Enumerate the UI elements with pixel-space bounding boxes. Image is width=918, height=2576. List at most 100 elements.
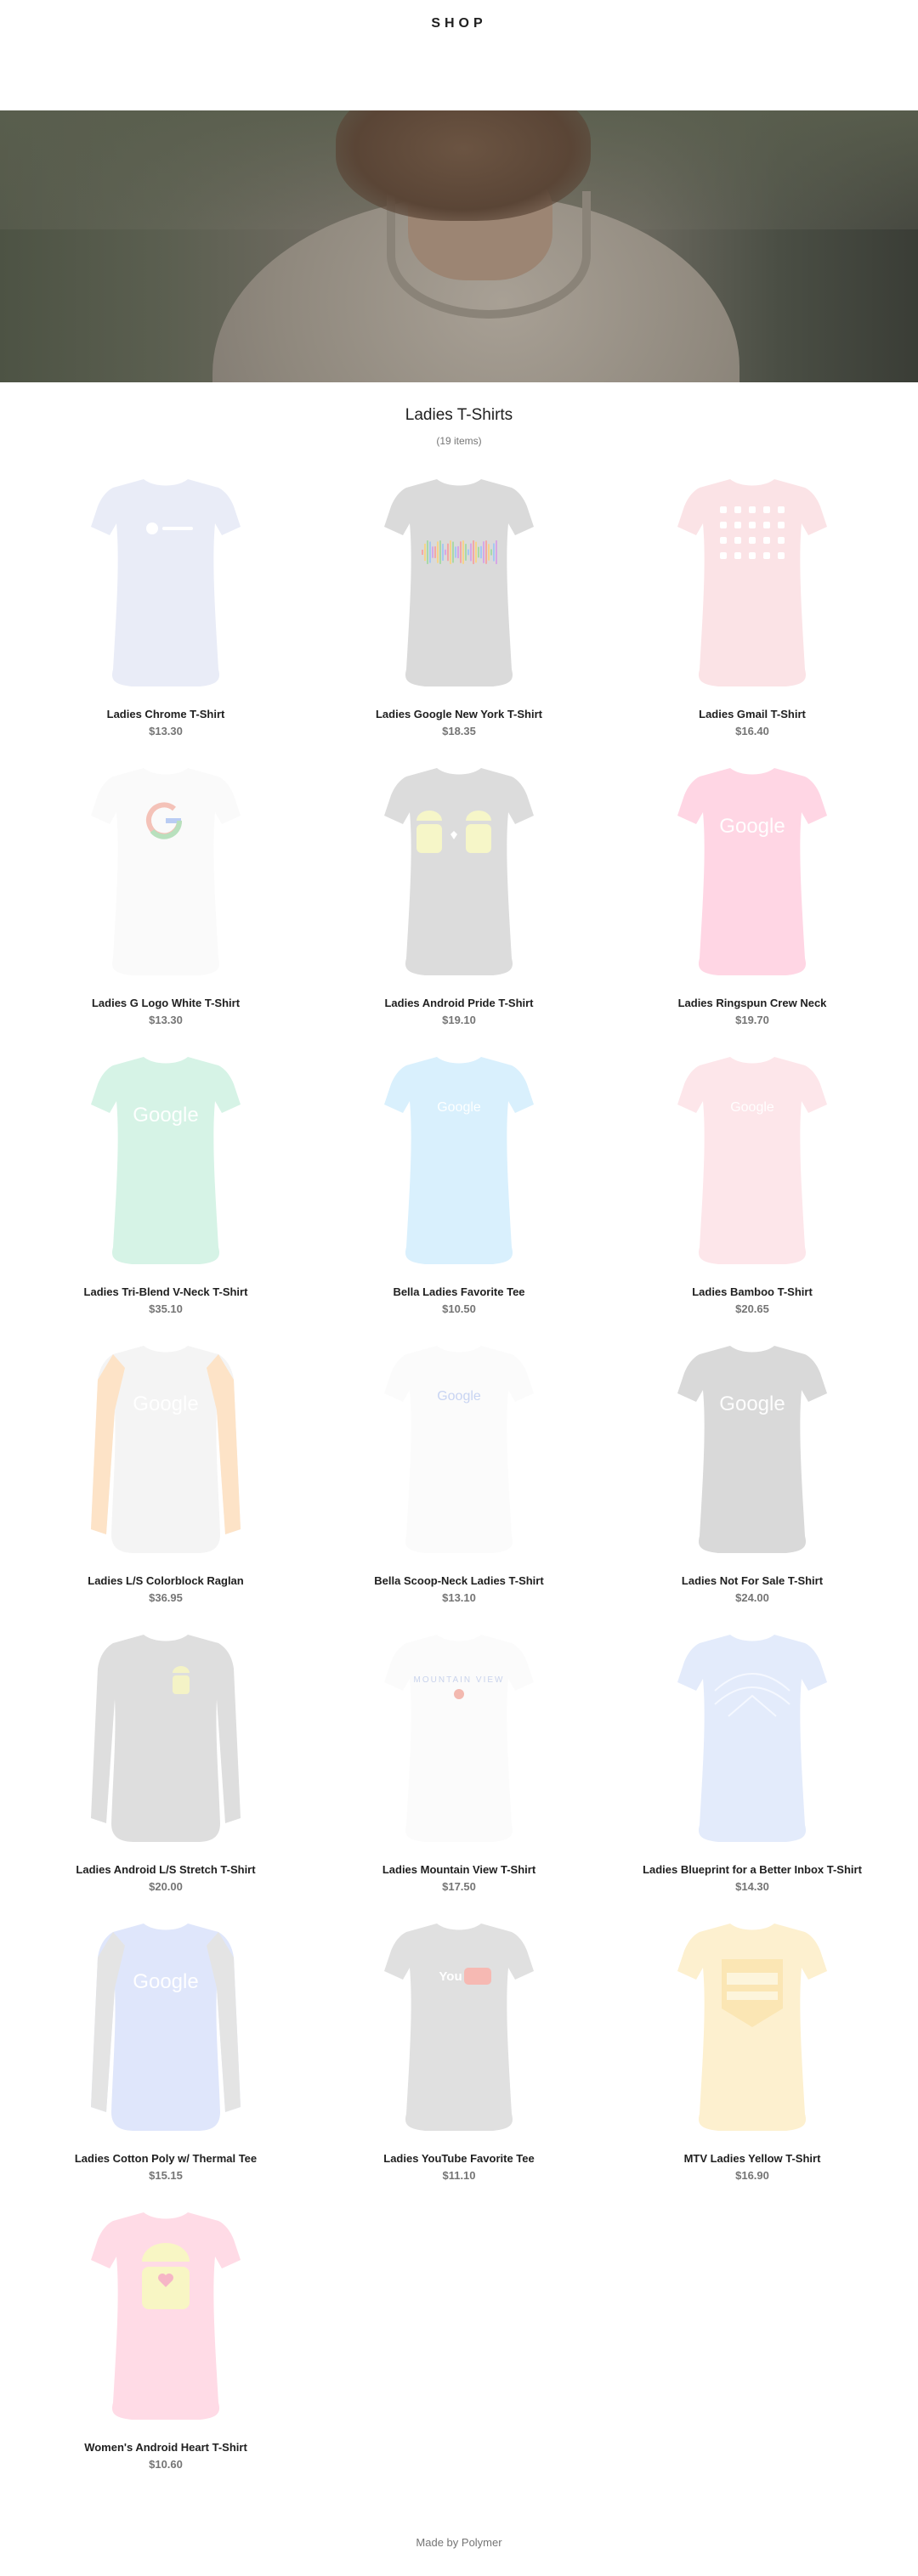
product-info: Ladies G Logo White T-Shirt $13.30 — [47, 994, 285, 1028]
svg-text:MOUNTAIN VIEW: MOUNTAIN VIEW — [414, 1675, 505, 1685]
product-title[interactable]: Ladies Chrome T-Shirt — [47, 705, 285, 723]
product-card[interactable]: Ladies Gmail T-Shirt $16.40 — [599, 476, 905, 748]
product-title[interactable]: Ladies G Logo White T-Shirt — [47, 994, 285, 1012]
product-card[interactable]: Ladies Android L/S Stretch T-Shirt $20.00 — [13, 1631, 319, 1903]
product-price: $13.30 — [149, 1014, 183, 1026]
product-price: $13.30 — [149, 725, 183, 737]
product-card[interactable]: Google Ladies Not For Sale T-Shirt $24.00 — [599, 1342, 905, 1614]
product-price: $16.40 — [735, 725, 769, 737]
product-card[interactable]: Ladies Chrome T-Shirt $13.30 — [13, 476, 319, 748]
product-price: $24.00 — [735, 1591, 769, 1604]
product-title[interactable]: Bella Scoop-Neck Ladies T-Shirt — [340, 1572, 578, 1590]
svg-text:Google: Google — [133, 1970, 198, 1993]
product-price: $19.10 — [442, 1014, 476, 1026]
shop-logo[interactable]: SHOP — [0, 16, 918, 31]
product-price: $17.50 — [442, 1880, 476, 1893]
product-card[interactable]: Ladies Android Pride T-Shirt $19.10 — [306, 765, 612, 1037]
app-header: SHOP — [0, 0, 918, 110]
product-title[interactable]: Ladies Android L/S Stretch T-Shirt — [47, 1861, 285, 1878]
product-image[interactable]: Google — [91, 1342, 241, 1553]
product-info: Bella Ladies Favorite Tee $10.50 — [340, 1283, 578, 1317]
product-title[interactable]: Ladies Ringspun Crew Neck — [633, 994, 871, 1012]
product-title[interactable]: Ladies Android Pride T-Shirt — [340, 994, 578, 1012]
hero-banner — [0, 110, 918, 382]
product-card[interactable]: Ladies G Logo White T-Shirt $13.30 — [13, 765, 319, 1037]
product-info: Ladies Google New York T-Shirt $18.35 — [340, 705, 578, 739]
product-image[interactable] — [91, 476, 241, 686]
svg-text:You: You — [439, 1969, 462, 1984]
svg-text:Google: Google — [133, 1104, 198, 1127]
product-card[interactable]: You Ladies YouTube Favorite Tee $11.10 — [306, 1920, 612, 2192]
product-info: Ladies Cotton Poly w/ Thermal Tee $15.15 — [47, 2149, 285, 2183]
product-info: Ladies Android Pride T-Shirt $19.10 — [340, 994, 578, 1028]
product-title[interactable]: Ladies YouTube Favorite Tee — [340, 2149, 578, 2167]
product-card[interactable]: Google Ladies Ringspun Crew Neck $19.70 — [599, 765, 905, 1037]
product-card[interactable]: Google Bella Ladies Favorite Tee $10.50 — [306, 1054, 612, 1325]
product-image[interactable]: Google — [677, 1342, 827, 1553]
product-title[interactable]: Ladies Cotton Poly w/ Thermal Tee — [47, 2149, 285, 2167]
product-card[interactable]: Ladies Google New York T-Shirt $18.35 — [306, 476, 612, 748]
product-card[interactable]: Women's Android Heart T-Shirt $10.60 — [13, 2209, 319, 2481]
product-title[interactable]: Ladies Bamboo T-Shirt — [633, 1283, 871, 1301]
category-header: Ladies T-Shirts (19 items) — [0, 406, 918, 447]
product-info: Ladies Ringspun Crew Neck $19.70 — [633, 994, 871, 1028]
item-count: (19 items) — [436, 435, 482, 447]
product-info: Ladies Tri-Blend V-Neck T-Shirt $35.10 — [47, 1283, 285, 1317]
product-title[interactable]: Ladies Mountain View T-Shirt — [340, 1861, 578, 1878]
product-card[interactable]: Google Ladies Tri-Blend V-Neck T-Shirt $35… — [13, 1054, 319, 1325]
product-image[interactable] — [677, 476, 827, 686]
svg-text:Google: Google — [719, 815, 785, 838]
product-price: $13.10 — [442, 1591, 476, 1604]
product-image[interactable] — [91, 1631, 241, 1842]
product-image[interactable]: Google — [677, 765, 827, 975]
product-info: Ladies Mountain View T-Shirt $17.50 — [340, 1861, 578, 1895]
product-card[interactable]: Google Ladies Bamboo T-Shirt $20.65 — [599, 1054, 905, 1325]
product-image[interactable]: Google — [677, 1054, 827, 1264]
product-info: MTV Ladies Yellow T-Shirt $16.90 — [633, 2149, 871, 2183]
product-price: $10.60 — [149, 2458, 183, 2471]
product-title[interactable]: Ladies Blueprint for a Better Inbox T-Sh… — [633, 1861, 871, 1878]
product-info: Ladies Not For Sale T-Shirt $24.00 — [633, 1572, 871, 1606]
product-image[interactable]: Google — [91, 1054, 241, 1264]
product-price: $18.35 — [442, 725, 476, 737]
product-info: Bella Scoop-Neck Ladies T-Shirt $13.10 — [340, 1572, 578, 1606]
product-title[interactable]: Ladies Tri-Blend V-Neck T-Shirt — [47, 1283, 285, 1301]
product-image[interactable]: MOUNTAIN VIEW — [384, 1631, 534, 1842]
product-info: Ladies Bamboo T-Shirt $20.65 — [633, 1283, 871, 1317]
product-image[interactable] — [677, 1631, 827, 1842]
product-image[interactable] — [677, 1920, 827, 2131]
product-image[interactable]: You — [384, 1920, 534, 2131]
product-card[interactable]: Google Ladies Cotton Poly w/ Thermal Tee $… — [13, 1920, 319, 2192]
product-card[interactable]: Ladies Blueprint for a Better Inbox T-Sh… — [599, 1631, 905, 1903]
product-price: $36.95 — [149, 1591, 183, 1604]
product-title[interactable]: Ladies Google New York T-Shirt — [340, 705, 578, 723]
category-title: Ladies T-Shirts — [405, 406, 513, 424]
product-image[interactable] — [91, 2209, 241, 2420]
product-card[interactable]: Google Bella Scoop-Neck Ladies T-Shirt $13… — [306, 1342, 612, 1614]
footer-text: Made by Polymer — [416, 2536, 502, 2549]
product-image[interactable]: Google — [384, 1054, 534, 1264]
product-info: Ladies L/S Colorblock Raglan $36.95 — [47, 1572, 285, 1606]
product-image[interactable]: Google — [91, 1920, 241, 2131]
product-title[interactable]: Ladies Not For Sale T-Shirt — [633, 1572, 871, 1590]
product-card[interactable]: Google Ladies L/S Colorblock Raglan $36.95 — [13, 1342, 319, 1614]
product-image[interactable] — [384, 476, 534, 686]
product-price: $19.70 — [735, 1014, 769, 1026]
product-title[interactable]: Women's Android Heart T-Shirt — [47, 2438, 285, 2456]
svg-text:Google: Google — [730, 1100, 774, 1115]
product-info: Ladies Android L/S Stretch T-Shirt $20.00 — [47, 1861, 285, 1895]
svg-text:Google: Google — [133, 1393, 198, 1415]
product-title[interactable]: Ladies L/S Colorblock Raglan — [47, 1572, 285, 1590]
product-title[interactable]: Ladies Gmail T-Shirt — [633, 705, 871, 723]
product-image[interactable] — [384, 765, 534, 975]
product-card[interactable]: MTV Ladies Yellow T-Shirt $16.90 — [599, 1920, 905, 2192]
product-title[interactable]: Bella Ladies Favorite Tee — [340, 1283, 578, 1301]
product-price: $15.15 — [149, 2169, 183, 2182]
product-card[interactable]: MOUNTAIN VIEW Ladies Mountain View T-Shir… — [306, 1631, 612, 1903]
product-image[interactable]: Google — [384, 1342, 534, 1553]
product-price: $16.90 — [735, 2169, 769, 2182]
product-price: $14.30 — [735, 1880, 769, 1893]
product-image[interactable] — [91, 765, 241, 975]
product-title[interactable]: MTV Ladies Yellow T-Shirt — [633, 2149, 871, 2167]
product-info: Ladies Blueprint for a Better Inbox T-Sh… — [633, 1861, 871, 1895]
